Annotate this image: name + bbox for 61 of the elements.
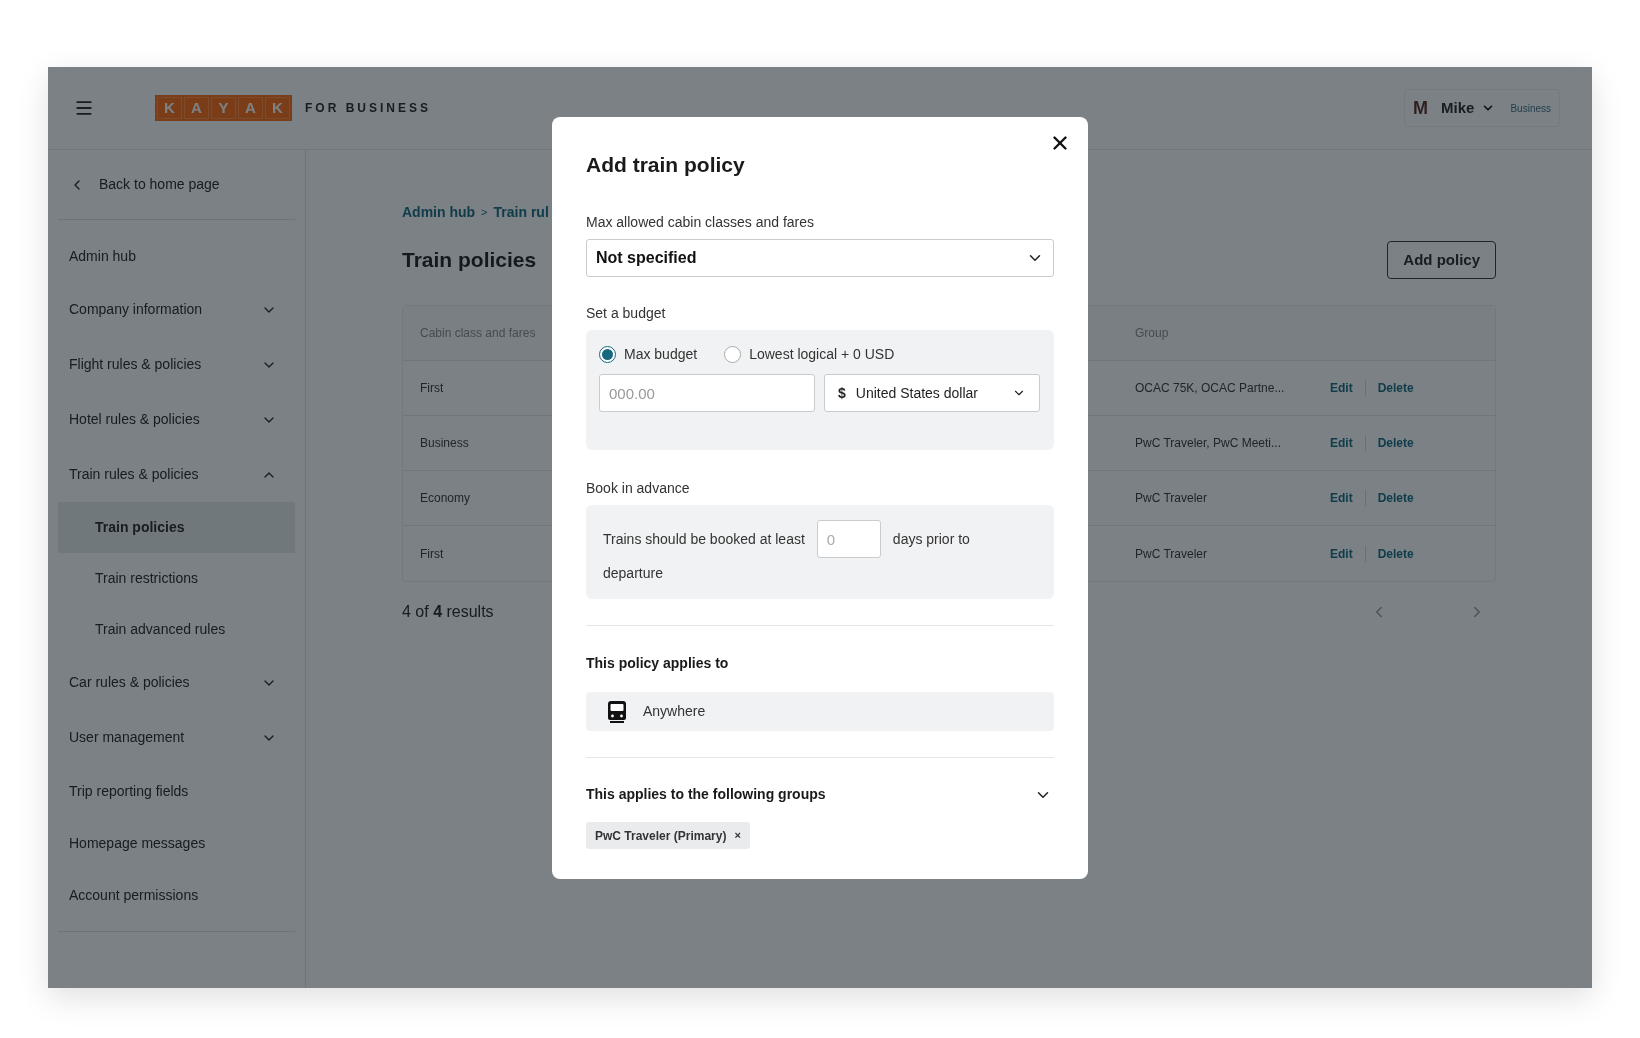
table-cell-text: Economy: [420, 490, 471, 507]
section-label: Set a budget: [586, 304, 667, 323]
advance-text: departure: [603, 564, 663, 583]
section-heading: This applies to the following groups: [586, 785, 826, 804]
delete-link[interactable]: Delete: [1377, 434, 1414, 452]
breadcrumb-separator: >: [481, 204, 488, 220]
account-menu[interactable]: M Mike Business: [1404, 89, 1560, 127]
sidebar-item[interactable]: Train rules & policies: [48, 447, 305, 502]
page-title: Train policies: [402, 247, 537, 274]
table-cell-text: First: [420, 545, 444, 563]
field-label: Max allowed cabin classes and fares: [586, 213, 815, 232]
table-cell-text: OCAC 75K, OCAC Partne...: [1135, 380, 1286, 397]
account-type-label: Business: [1510, 101, 1551, 116]
edit-link[interactable]: Edit: [1330, 434, 1353, 452]
sidebar-item[interactable]: Car rules & policies: [48, 655, 305, 710]
breadcrumb-link[interactable]: Train rul: [493, 201, 549, 223]
sidebar-item[interactable]: Trip reporting fields: [48, 765, 305, 817]
amount-field[interactable]: 000.00: [599, 374, 815, 412]
table-cell-text: PwC Traveler: [1135, 545, 1209, 563]
sidebar-subitem[interactable]: Train policies: [58, 502, 295, 553]
logo-suffix: FOR BUSINESS: [305, 100, 431, 117]
cabin-class-select[interactable]: Not specified: [586, 239, 1054, 277]
advance-text: Trains should be booked at least: [603, 530, 805, 549]
chip-label: PwC Traveler (Primary): [595, 827, 727, 845]
delete-link[interactable]: Delete: [1377, 379, 1414, 397]
train-icon: [607, 699, 627, 724]
table-cell-text: First: [420, 380, 444, 397]
days-field[interactable]: 0: [816, 520, 881, 558]
location-text: Anywhere: [643, 702, 706, 721]
edit-link[interactable]: Edit: [1330, 379, 1353, 397]
menu-icon[interactable]: [74, 98, 94, 118]
remove-chip-button[interactable]: ×: [734, 827, 741, 844]
dialog-title: Add train policy: [586, 152, 746, 178]
table-cell-text: Business: [420, 435, 469, 452]
currency-select[interactable]: $ United States dollar: [824, 374, 1040, 412]
back-link[interactable]: Back to home page: [99, 174, 220, 195]
sidebar-item[interactable]: Admin hub: [48, 230, 305, 282]
budget-radio[interactable]: Lowest logical + 0 USD: [724, 343, 895, 365]
sidebar-item[interactable]: Hotel rules & policies: [48, 392, 305, 447]
budget-radio[interactable]: Max budget: [599, 343, 698, 365]
sidebar-item[interactable]: Flight rules & policies: [48, 337, 305, 392]
avatar-initial: M: [1413, 96, 1429, 120]
sidebar-item[interactable]: User management: [48, 710, 305, 765]
section-heading: This policy applies to: [586, 654, 730, 673]
add-policy-button[interactable]: Add policy: [1387, 241, 1496, 279]
results-count: 4 of 4 results: [402, 602, 494, 622]
sidebar-item[interactable]: Homepage messages: [48, 817, 305, 869]
user-name: Mike: [1441, 97, 1475, 118]
table-cell-text: PwC Traveler: [1135, 490, 1209, 507]
delete-link[interactable]: Delete: [1377, 544, 1414, 563]
edit-link[interactable]: Edit: [1330, 489, 1353, 507]
advance-text: days prior to: [892, 530, 970, 549]
sidebar-item[interactable]: Account permissions: [48, 869, 305, 921]
table-cell-text: PwC Traveler, PwC Meeti...: [1135, 435, 1283, 452]
delete-link[interactable]: Delete: [1377, 489, 1414, 507]
breadcrumb-link[interactable]: Admin hub: [402, 201, 476, 223]
sidebar-subitem[interactable]: Train restrictions: [58, 553, 295, 604]
section-label: Book in advance: [586, 479, 691, 498]
sidebar-item[interactable]: Company information: [48, 282, 305, 337]
edit-link[interactable]: Edit: [1330, 544, 1353, 563]
sidebar-subitem[interactable]: Train advanced rules: [58, 604, 295, 655]
